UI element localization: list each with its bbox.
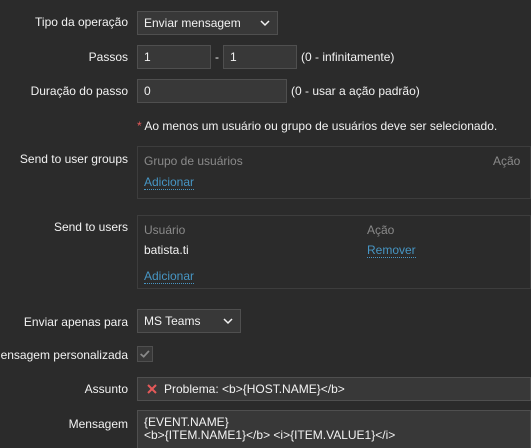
user-groups-col-action: Ação	[493, 154, 521, 168]
user-row-remove-link[interactable]: Remover	[367, 244, 416, 258]
users-label: Send to users	[53, 220, 128, 234]
chevron-down-icon	[223, 318, 233, 325]
custom-message-label: ensagem personalizada	[0, 348, 128, 362]
subject-label: Assunto	[84, 382, 128, 396]
required-star: *	[137, 119, 142, 133]
users-col-action: Ação	[367, 223, 395, 237]
x-icon	[147, 384, 157, 394]
steps-from-input[interactable]: 1	[137, 45, 211, 69]
operation-type-label: Tipo da operação	[35, 15, 128, 29]
message-textarea[interactable]: {EVENT.NAME} <b>{ITEM.NAME1}</b> <i>{ITE…	[137, 410, 531, 448]
step-duration-label: Duração do passo	[30, 84, 128, 98]
user-row-name: batista.ti	[144, 243, 189, 257]
steps-label: Passos	[88, 50, 128, 64]
user-groups-label: Send to user groups	[19, 152, 128, 166]
user-groups-table: Grupo de usuários Ação Adicionar	[137, 146, 531, 199]
users-table: Usuário Ação batista.ti Remover Adiciona…	[137, 215, 531, 289]
chevron-down-icon	[260, 20, 270, 27]
send-only-select[interactable]: MS Teams	[137, 309, 241, 333]
send-only-label: Enviar apenas para	[23, 315, 128, 329]
required-note: * Ao menos um usuário ou grupo de usuári…	[137, 118, 497, 134]
steps-separator: -	[215, 50, 219, 64]
subject-input[interactable]: Problema: <b>{HOST.NAME}</b>	[137, 377, 531, 401]
send-only-value: MS Teams	[144, 314, 201, 328]
required-text: Ao menos um usuário ou grupo de usuários…	[144, 119, 498, 133]
steps-hint: (0 - infinitamente)	[301, 50, 395, 64]
message-label: Mensagem	[68, 417, 128, 431]
custom-message-checkbox[interactable]	[137, 346, 153, 362]
checkmark-icon	[140, 350, 150, 358]
operation-type-select[interactable]: Enviar mensagem	[137, 11, 278, 35]
step-duration-hint: (0 - usar a ação padrão)	[291, 84, 420, 98]
operation-type-value: Enviar mensagem	[144, 16, 241, 30]
users-add-link[interactable]: Adicionar	[144, 270, 195, 284]
message-line-2: <b>{ITEM.NAME1}</b> <i>{ITEM.VALUE1}</i>	[144, 428, 396, 442]
step-duration-input[interactable]: 0	[137, 79, 287, 103]
steps-to-input[interactable]: 1	[223, 45, 297, 69]
user-groups-col-group: Grupo de usuários	[144, 154, 243, 168]
user-groups-add-link[interactable]: Adicionar	[144, 176, 195, 190]
users-col-user: Usuário	[144, 223, 186, 237]
subject-value: Problema: <b>{HOST.NAME}</b>	[164, 382, 345, 396]
